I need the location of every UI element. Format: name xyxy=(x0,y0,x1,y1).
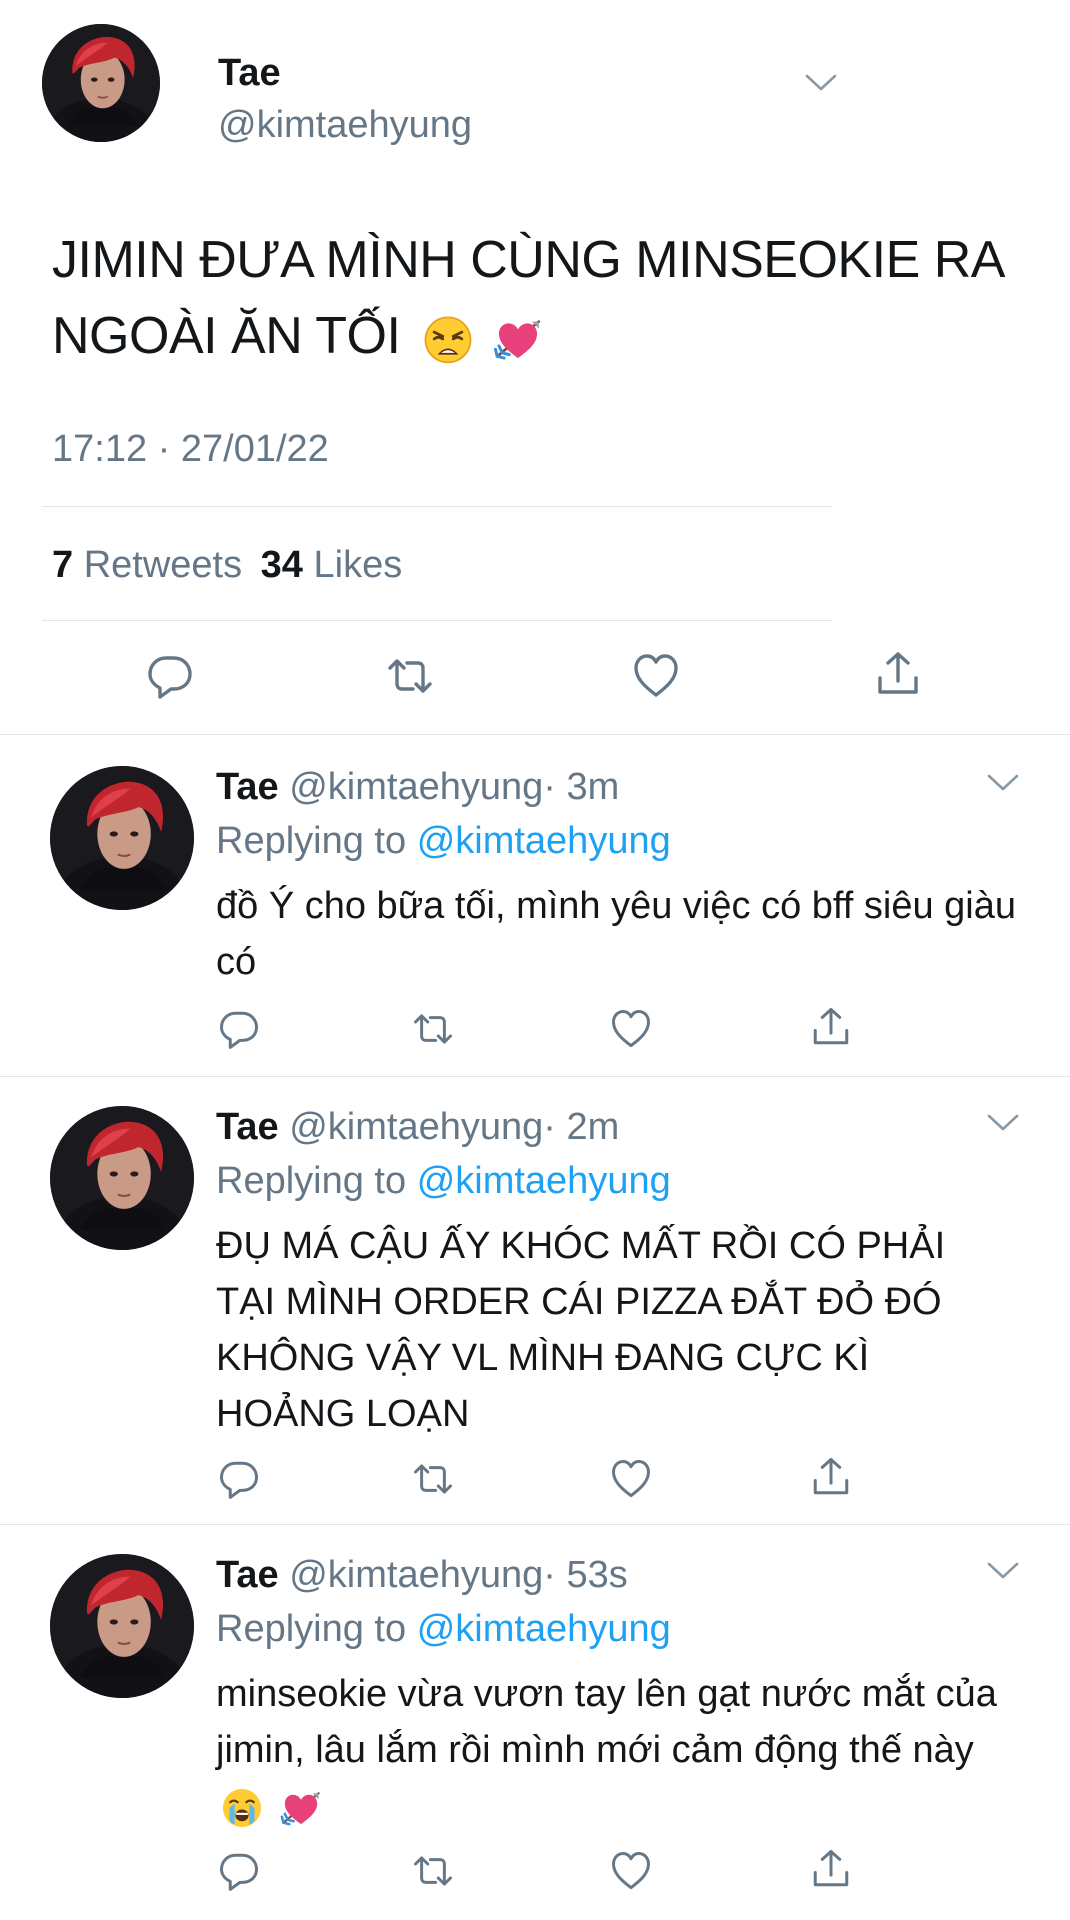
chevron-down-icon[interactable] xyxy=(986,772,1020,794)
reply-header: Tae @kimtaehyung· 53s xyxy=(216,1554,628,1597)
share-icon[interactable] xyxy=(810,1848,852,1890)
reply-icon[interactable] xyxy=(218,1850,260,1892)
reply-age: · 2m xyxy=(543,1106,620,1148)
share-icon[interactable] xyxy=(874,650,922,698)
heart-with-arrow-icon xyxy=(279,1786,323,1830)
tweet-stats[interactable]: 7 Retweets 34 Likes xyxy=(52,544,402,587)
replying-to-label: Replying to xyxy=(216,1160,407,1202)
avatar[interactable] xyxy=(50,766,194,910)
replying-to: Replying to @kimtaehyung xyxy=(216,1608,671,1651)
replying-to: Replying to @kimtaehyung xyxy=(216,820,671,863)
loudly-crying-face-icon xyxy=(220,1786,264,1830)
reply-icon[interactable] xyxy=(146,652,194,700)
divider xyxy=(0,734,1070,735)
main-tweet-author-name[interactable]: Tae xyxy=(218,52,281,95)
avatar[interactable] xyxy=(50,1554,194,1698)
like-icon[interactable] xyxy=(610,1850,652,1892)
main-tweet-text: JIMIN ĐƯA MÌNH CÙNG MINSEOKIE RA NGOÀI Ă… xyxy=(52,222,1012,374)
retweets-label[interactable]: Retweets xyxy=(84,544,242,586)
reply-icon[interactable] xyxy=(218,1458,260,1500)
replying-to-handle-link[interactable]: @kimtaehyung xyxy=(417,1160,671,1202)
divider xyxy=(0,1524,1070,1525)
chevron-down-icon[interactable] xyxy=(804,72,838,94)
reply-age: · 53s xyxy=(543,1554,628,1596)
main-tweet-author-handle[interactable]: @kimtaehyung xyxy=(218,104,472,147)
reply-text-block: minseokie vừa vươn tay lên gạt nước mắt … xyxy=(216,1666,1016,1834)
reply-author-handle[interactable]: @kimtaehyung xyxy=(289,1106,543,1148)
retweet-icon[interactable] xyxy=(386,652,434,700)
likes-count[interactable]: 34 xyxy=(261,544,303,586)
retweet-icon[interactable] xyxy=(412,1850,454,1892)
retweet-icon[interactable] xyxy=(412,1008,454,1050)
reply-text: ĐỤ MÁ CẬU ẤY KHÓC MẤT RỒI CÓ PHẢI TẠI MÌ… xyxy=(216,1225,946,1435)
avatar[interactable] xyxy=(42,24,160,142)
reply-header: Tae @kimtaehyung· 3m xyxy=(216,766,619,809)
replying-to-handle-link[interactable]: @kimtaehyung xyxy=(417,1608,671,1650)
reply-age: · 3m xyxy=(543,766,620,808)
chevron-down-icon[interactable] xyxy=(986,1560,1020,1582)
replying-to-label: Replying to xyxy=(216,820,407,862)
avatar[interactable] xyxy=(50,1106,194,1250)
likes-label[interactable]: Likes xyxy=(314,544,403,586)
like-icon[interactable] xyxy=(632,652,680,700)
like-icon[interactable] xyxy=(610,1458,652,1500)
reply-author-name[interactable]: Tae xyxy=(216,766,279,808)
heart-with-arrow-icon xyxy=(492,313,544,365)
reply-author-handle[interactable]: @kimtaehyung xyxy=(289,766,543,808)
tweet-timestamp[interactable]: 17:12 · 27/01/22 xyxy=(52,428,329,471)
divider xyxy=(0,1076,1070,1077)
share-icon[interactable] xyxy=(810,1456,852,1498)
reply-header: Tae @kimtaehyung· 2m xyxy=(216,1106,619,1149)
reply-icon[interactable] xyxy=(218,1008,260,1050)
reply-author-name[interactable]: Tae xyxy=(216,1554,279,1596)
replying-to-handle-link[interactable]: @kimtaehyung xyxy=(417,820,671,862)
chevron-down-icon[interactable] xyxy=(986,1112,1020,1134)
divider xyxy=(42,506,832,507)
reply-text: minseokie vừa vươn tay lên gạt nước mắt … xyxy=(216,1673,997,1771)
replying-to: Replying to @kimtaehyung xyxy=(216,1160,671,1203)
replying-to-label: Replying to xyxy=(216,1608,407,1650)
share-icon[interactable] xyxy=(810,1006,852,1048)
reply-author-handle[interactable]: @kimtaehyung xyxy=(289,1554,543,1596)
like-icon[interactable] xyxy=(610,1008,652,1050)
reply-text: đồ Ý cho bữa tối, mình yêu việc có bff s… xyxy=(216,885,1016,983)
retweets-count[interactable]: 7 xyxy=(52,544,73,586)
retweet-icon[interactable] xyxy=(412,1458,454,1500)
divider xyxy=(42,620,832,621)
reply-author-name[interactable]: Tae xyxy=(216,1106,279,1148)
weary-face-icon xyxy=(422,313,474,365)
